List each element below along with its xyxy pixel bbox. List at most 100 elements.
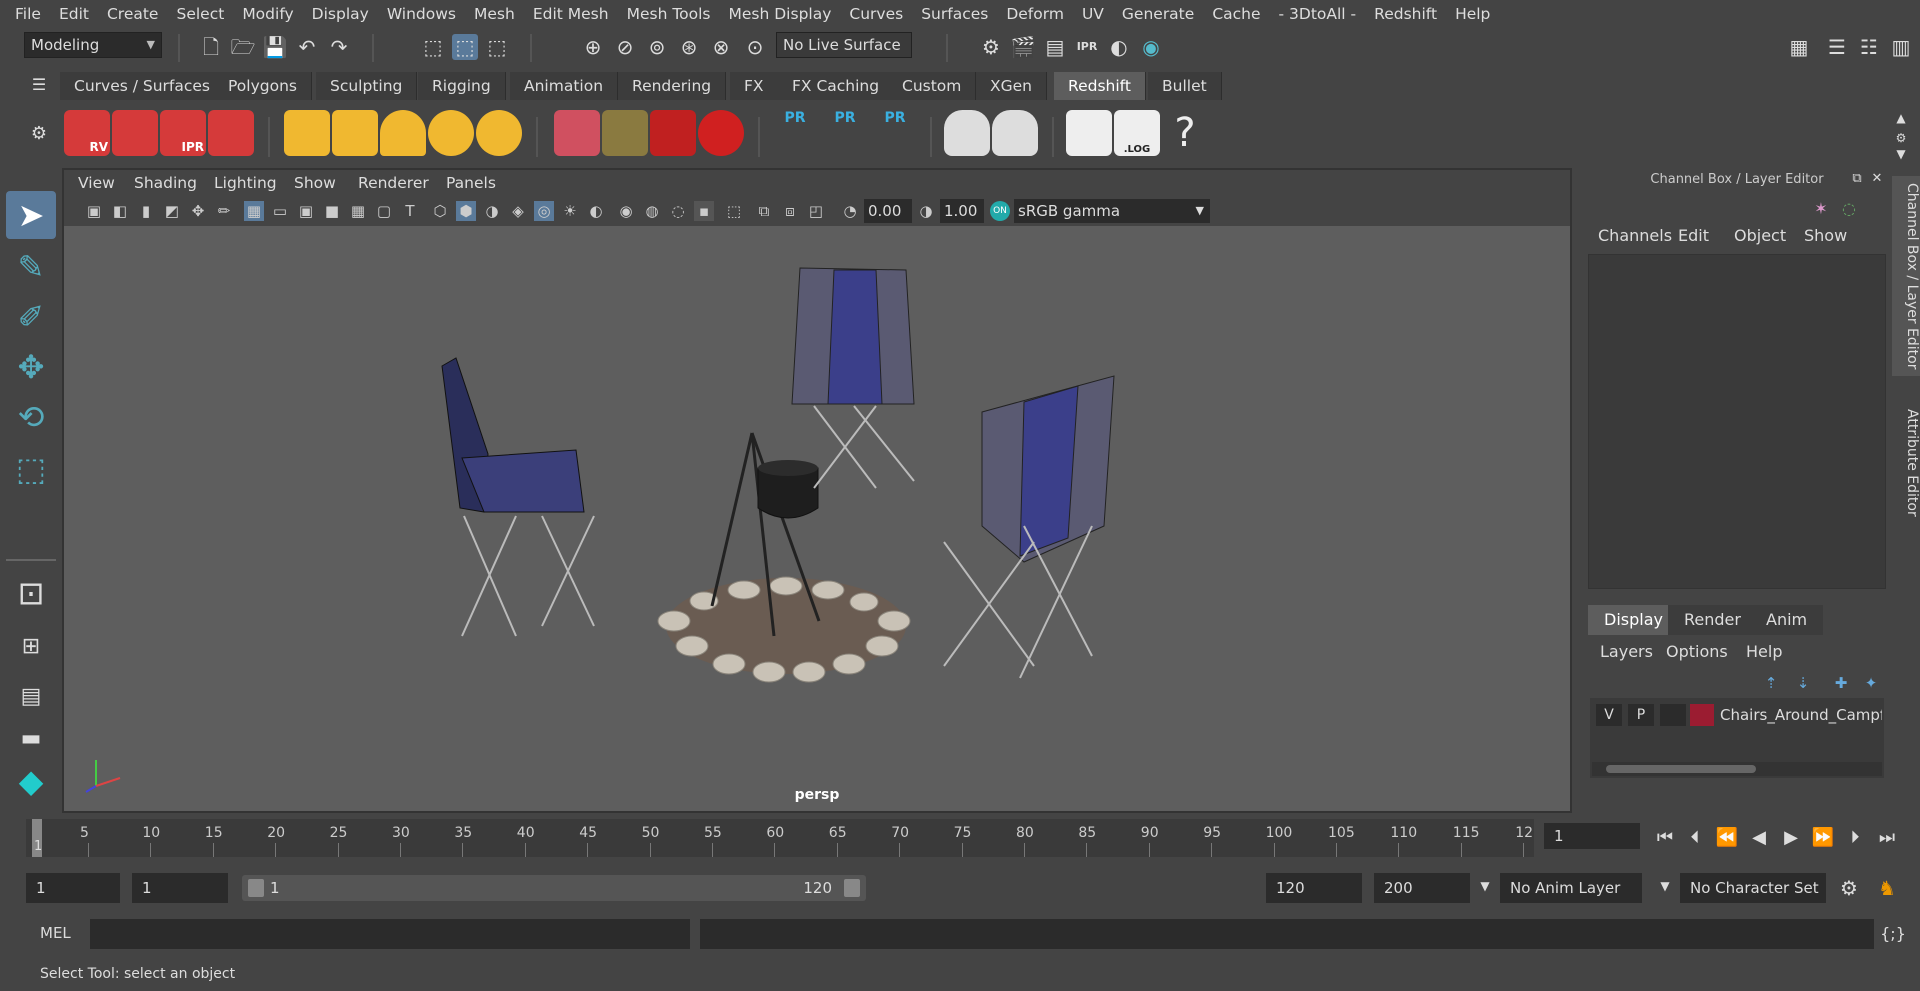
viewport-menu-renderer[interactable]: Renderer — [358, 170, 429, 196]
grid-icon[interactable]: ▦ — [244, 201, 264, 221]
shelf-tab-curves-surfaces[interactable]: Curves / Surfaces — [60, 72, 226, 100]
viewport-menu-show[interactable]: Show — [294, 170, 336, 196]
shelf-menu-icon[interactable]: ☰ — [26, 72, 52, 98]
wireframe-icon[interactable]: ⬡ — [430, 201, 450, 221]
shelf-tab-xgen[interactable]: XGen — [976, 72, 1047, 100]
play-backwards-icon[interactable]: ◀ — [1746, 825, 1772, 851]
auto-key-icon[interactable]: ♞ — [1874, 875, 1900, 901]
screen-space-ao-icon[interactable]: ◐ — [586, 201, 606, 221]
channel-menu-object[interactable]: Object — [1734, 226, 1786, 245]
chevron-down-icon[interactable]: ▼ — [1472, 873, 1498, 899]
safe-title-icon[interactable]: T — [400, 201, 420, 221]
channel-menu-edit[interactable]: Edit — [1678, 226, 1709, 245]
color-management-icon[interactable]: ON — [990, 201, 1010, 221]
render-frame-icon[interactable]: ▤ — [1042, 34, 1068, 60]
2d-pan-zoom-icon[interactable]: ✥ — [188, 201, 208, 221]
workspace-modeling-icon[interactable]: ▦ — [1786, 34, 1812, 60]
gear-icon[interactable]: ⚙ — [26, 121, 52, 147]
layer-tab-anim[interactable]: Anim — [1750, 605, 1824, 635]
menu-modify[interactable]: Modify — [233, 0, 302, 28]
menu-3dtoall[interactable]: - 3DtoAll - — [1270, 0, 1366, 28]
scale-tool-icon[interactable]: ⬚ — [6, 445, 56, 493]
render-settings-icon[interactable]: ⚙ — [978, 34, 1004, 60]
exposure-icon[interactable]: ◔ — [840, 201, 860, 221]
menu-help[interactable]: Help — [1446, 0, 1499, 28]
redo-icon[interactable]: ↷ — [326, 34, 352, 60]
shelf-tab-fx-caching[interactable]: FX Caching — [778, 72, 895, 100]
lasso-tool-icon[interactable]: ✎ — [6, 243, 56, 291]
command-language-label[interactable]: MEL — [40, 909, 71, 957]
layer-row[interactable]: V P Chairs_Around_Campf — [1594, 702, 1884, 728]
camera-select-icon[interactable]: ▣ — [84, 201, 104, 221]
colorspace-select[interactable]: sRGB gamma ▼ — [1014, 199, 1210, 223]
new-scene-icon[interactable]: 🗋 — [198, 34, 224, 60]
anti-aliasing-icon[interactable]: ◍ — [642, 201, 662, 221]
layer-tab-render[interactable]: Render — [1668, 605, 1757, 635]
layer-tab-display[interactable]: Display — [1588, 605, 1679, 635]
gate-mask-icon[interactable]: ■ — [322, 201, 342, 221]
step-forward-key-icon[interactable]: ⏩ — [1810, 825, 1836, 851]
volume-icon[interactable] — [650, 110, 696, 156]
attribute-editor-toggle-icon[interactable]: ☷ — [1856, 34, 1882, 60]
backface-culling-icon[interactable]: ◰ — [806, 201, 826, 221]
new-layer-selected-icon[interactable]: ✦ — [1858, 670, 1884, 696]
viewport-menu-lighting[interactable]: Lighting — [214, 170, 277, 196]
sun-sky-icon[interactable] — [476, 110, 522, 156]
ies-light-icon[interactable] — [380, 110, 426, 156]
shelf-tab-fx[interactable]: FX — [730, 72, 779, 100]
close-icon[interactable]: ✕ — [1864, 168, 1890, 190]
channel-menu-show[interactable]: Show — [1804, 226, 1847, 245]
channel-box-toggle-icon[interactable]: ☰ — [1824, 34, 1850, 60]
paint-select-tool-icon[interactable]: ✐ — [6, 293, 56, 341]
undo-icon[interactable]: ↶ — [294, 34, 320, 60]
shelf-tab-custom[interactable]: Custom — [888, 72, 977, 100]
move-layer-up-icon[interactable]: ⇡ — [1758, 670, 1784, 696]
pr-export-icon[interactable]: PR — [822, 110, 868, 156]
hypershade-icon[interactable]: ◐ — [1106, 34, 1132, 60]
redshift-rv-icon[interactable]: RV — [64, 110, 110, 156]
field-chart-icon[interactable]: ▦ — [348, 201, 368, 221]
object-axis-icon[interactable]: ✶ — [1808, 196, 1834, 222]
current-frame-field[interactable]: 1 — [1544, 823, 1640, 849]
layer-horizontal-scrollbar[interactable] — [1592, 762, 1882, 776]
character-set-select[interactable]: No Character Set — [1680, 873, 1826, 903]
film-gate-icon[interactable]: ▭ — [270, 201, 290, 221]
shadows-icon[interactable]: ☀ — [560, 201, 580, 221]
dome-light-icon[interactable] — [428, 110, 474, 156]
outliner-layout-icon[interactable]: ▤ — [6, 673, 56, 721]
live-surface-field[interactable]: No Live Surface — [776, 32, 912, 58]
menu-mesh-tools[interactable]: Mesh Tools — [618, 0, 720, 28]
animation-end-field[interactable]: 200 — [1374, 873, 1470, 903]
channel-menu-channels[interactable]: Channels — [1598, 226, 1672, 245]
render-globals-icon[interactable]: ◉ — [1138, 34, 1164, 60]
snap-curve-icon[interactable]: ⊘ — [612, 34, 638, 60]
help-icon[interactable]: ? — [1162, 110, 1208, 156]
live-surface-icon[interactable]: ⊙ — [742, 34, 768, 60]
snap-live-icon[interactable]: ⊗ — [708, 34, 734, 60]
script-editor-icon[interactable] — [1066, 110, 1112, 156]
gamma-icon[interactable]: ◑ — [916, 201, 936, 221]
new-layer-icon[interactable]: ✚ — [1828, 670, 1854, 696]
menu-deform[interactable]: Deform — [997, 0, 1073, 28]
script-editor-icon[interactable]: {;} — [1880, 921, 1906, 947]
menu-uv[interactable]: UV — [1073, 0, 1113, 28]
3dtoall-logo-icon[interactable]: ◆ — [6, 757, 56, 805]
viewport-menu-panels[interactable]: Panels — [446, 170, 496, 196]
chevron-down-icon[interactable]: ▼ — [1652, 873, 1678, 899]
manipulator-icon[interactable]: ◌ — [1836, 196, 1862, 222]
time-slider-bar[interactable]: 1 5 10 15 20 25 30 35 40 45 50 55 60 65 70 75 80 85 90 95 1… — [26, 819, 1534, 857]
save-scene-icon[interactable]: 💾 — [262, 34, 288, 60]
safe-action-icon[interactable]: ▢ — [374, 201, 394, 221]
snap-grid-icon[interactable]: ⊕ — [580, 34, 606, 60]
depth-of-field-icon[interactable]: ◌ — [668, 201, 688, 221]
step-forward-frame-icon[interactable]: ⏵ — [1842, 825, 1868, 851]
portal-light-icon[interactable] — [332, 110, 378, 156]
scrollbar-thumb[interactable] — [1606, 765, 1756, 773]
menu-mesh[interactable]: Mesh — [465, 0, 524, 28]
shelf-tab-sculpting[interactable]: Sculpting — [316, 72, 418, 100]
animation-preferences-icon[interactable]: ⚙ — [1836, 875, 1862, 901]
select-hierarchy-icon[interactable]: ⬚ — [420, 34, 446, 60]
layer-color-swatch[interactable] — [1690, 704, 1714, 726]
smooth-shade-icon[interactable]: ⬢ — [456, 201, 476, 221]
menu-file[interactable]: File — [6, 0, 50, 28]
